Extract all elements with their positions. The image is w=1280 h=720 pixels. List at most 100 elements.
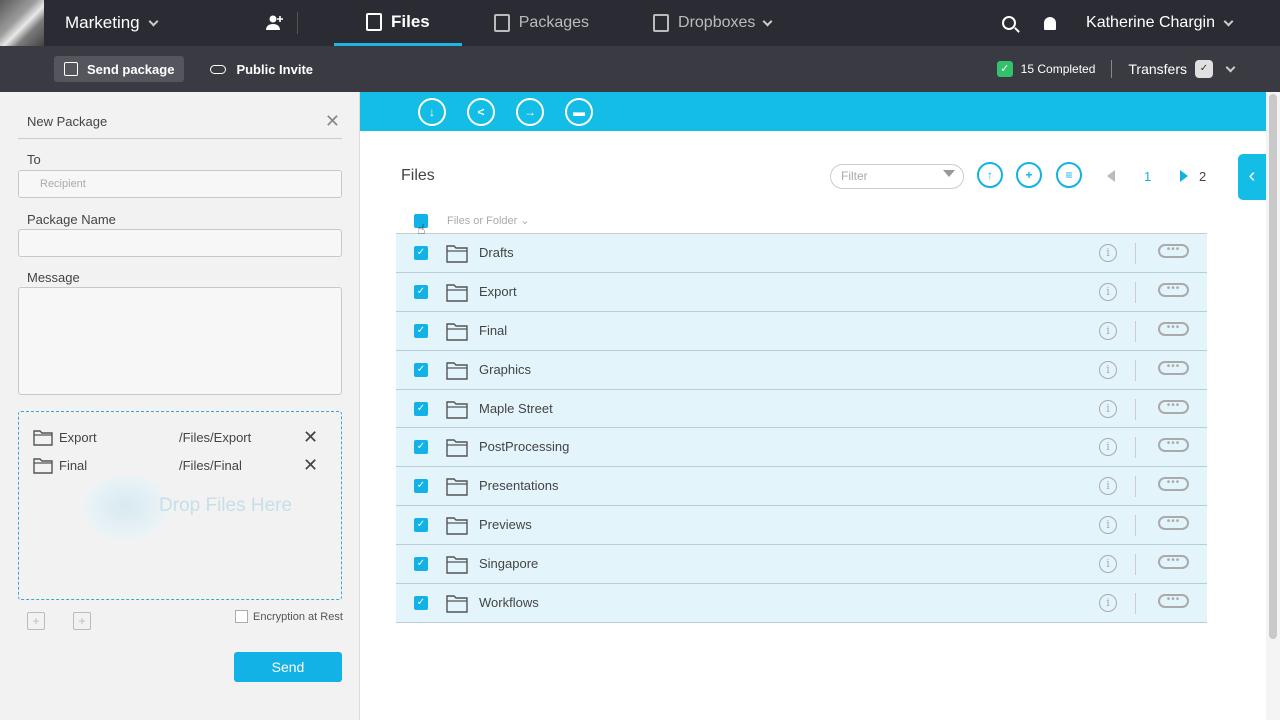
share-icon[interactable]: < <box>467 97 495 126</box>
more-options-icon[interactable]: ••• <box>1158 594 1189 609</box>
table-row[interactable]: ✓ Drafts i ••• <box>396 234 1207 273</box>
row-checkbox[interactable]: ✓ <box>414 401 428 416</box>
new-folder-icon[interactable]: + <box>1016 162 1042 188</box>
download-icon[interactable]: ↓ <box>418 97 446 126</box>
table-row[interactable]: ✓ Workflows i ••• <box>396 584 1207 623</box>
add-folder-icon[interactable]: + <box>73 612 91 630</box>
info-icon[interactable]: i <box>1099 321 1117 340</box>
table-row[interactable]: ✓ Final i ••• <box>396 311 1207 351</box>
more-options-icon[interactable]: ••• <box>1158 282 1189 297</box>
close-icon[interactable]: ✕ <box>325 111 340 132</box>
bell-icon[interactable] <box>1044 16 1057 30</box>
divider <box>297 12 298 34</box>
scroll-thumb[interactable] <box>1269 94 1277 639</box>
more-options-icon[interactable]: ••• <box>1158 477 1189 492</box>
page-1[interactable]: 1 <box>1144 169 1151 184</box>
prev-page-icon[interactable] <box>1107 170 1115 182</box>
nav-packages[interactable]: Packages <box>462 0 621 46</box>
add-file-icon[interactable]: + <box>27 612 45 630</box>
recipient-input[interactable]: Recipient <box>18 170 342 198</box>
folder-name[interactable]: Graphics <box>479 362 531 377</box>
row-checkbox[interactable]: ✓ <box>414 362 428 377</box>
info-icon[interactable]: i <box>1099 477 1117 496</box>
more-options-icon[interactable]: ••• <box>1158 321 1189 336</box>
more-options-icon[interactable]: ••• <box>1158 399 1189 414</box>
nav-dropboxes[interactable]: Dropboxes <box>621 0 803 46</box>
nav-files[interactable]: Files <box>334 0 462 46</box>
folder-icon <box>33 458 53 474</box>
row-checkbox[interactable]: ✓ <box>414 440 428 455</box>
folder-name[interactable]: Maple Street <box>479 401 553 416</box>
table-row[interactable]: ✓ Graphics i ••• <box>396 350 1207 390</box>
info-icon[interactable]: i <box>1099 244 1117 262</box>
folder-name[interactable]: Final <box>479 323 507 338</box>
remove-icon[interactable]: ✕ <box>303 427 318 448</box>
row-checkbox[interactable]: ✓ <box>414 284 428 299</box>
folder-name[interactable]: Singapore <box>479 556 538 571</box>
search-icon[interactable] <box>1002 16 1017 30</box>
sort-icon[interactable]: ≡ <box>1056 162 1082 188</box>
user-name[interactable]: Katherine Chargin <box>1086 14 1215 32</box>
add-user-icon[interactable] <box>265 13 285 33</box>
page-2[interactable]: 2 <box>1199 169 1206 184</box>
folder-name[interactable]: Previews <box>479 517 532 532</box>
transfers-label[interactable]: Transfers <box>1128 61 1187 77</box>
more-options-icon[interactable]: ••• <box>1158 555 1189 570</box>
info-icon[interactable]: i <box>1099 282 1117 301</box>
info-icon[interactable]: i <box>1099 360 1117 379</box>
row-checkbox[interactable]: ✓ <box>414 557 428 572</box>
collapse-panel-tab[interactable]: ‹ <box>1238 154 1266 200</box>
more-options-icon[interactable]: ••• <box>1158 360 1189 375</box>
row-checkbox[interactable]: ✓ <box>414 246 428 260</box>
next-page-icon[interactable] <box>1180 170 1188 182</box>
row-checkbox[interactable]: ✓ <box>414 596 428 611</box>
chevron-down-icon[interactable] <box>1225 62 1236 72</box>
upload-icon[interactable]: ↑ <box>977 162 1003 188</box>
remove-icon[interactable]: ✕ <box>303 455 318 476</box>
column-header-label[interactable]: Files or Folder ⌄ <box>447 214 530 227</box>
chevron-down-icon[interactable] <box>1223 16 1234 26</box>
folder-name[interactable]: Presentations <box>479 478 559 493</box>
table-row[interactable]: ✓ Presentations i ••• <box>396 467 1207 507</box>
public-invite-button[interactable]: Public Invite <box>210 62 313 77</box>
folder-name[interactable]: Drafts <box>479 245 514 260</box>
table-row[interactable]: ✓ Previews i ••• <box>396 506 1207 546</box>
completed-count[interactable]: 15 Completed <box>1021 62 1096 76</box>
info-icon[interactable]: i <box>1099 438 1117 457</box>
info-icon[interactable]: i <box>1099 555 1117 574</box>
encryption-option[interactable]: Encryption at Rest <box>235 610 343 623</box>
trash-icon[interactable]: ▬ <box>565 97 593 126</box>
drop-zone[interactable]: Drop Files Here Export /Files/Export ✕ F… <box>18 411 342 600</box>
table-row[interactable]: ✓ Maple Street i ••• <box>396 389 1207 429</box>
workspace-logo[interactable] <box>0 0 44 46</box>
workspace-selector[interactable]: Marketing <box>65 13 245 33</box>
filter-icon[interactable] <box>943 170 955 182</box>
filter-input[interactable]: Filter <box>830 164 964 189</box>
info-icon[interactable]: i <box>1099 516 1117 535</box>
info-icon[interactable]: i <box>1099 594 1117 613</box>
more-options-icon[interactable]: ••• <box>1158 438 1189 453</box>
send-file-icon[interactable]: → <box>516 97 544 126</box>
folder-name[interactable]: PostProcessing <box>479 439 569 454</box>
folder-icon <box>446 595 468 613</box>
row-checkbox[interactable]: ✓ <box>414 323 428 338</box>
message-textarea[interactable] <box>18 287 342 395</box>
column-header: Files or Folder ⌄ <box>396 208 1207 234</box>
info-icon[interactable]: i <box>1099 399 1117 418</box>
folder-name[interactable]: Export <box>479 284 517 299</box>
send-button[interactable]: Send <box>234 652 342 682</box>
more-options-icon[interactable]: ••• <box>1158 244 1189 258</box>
package-name-input[interactable] <box>18 229 342 257</box>
divider <box>1135 476 1136 498</box>
scrollbar[interactable] <box>1266 92 1280 720</box>
row-checkbox[interactable]: ✓ <box>414 479 428 494</box>
table-row[interactable]: ✓ Singapore i ••• <box>396 545 1207 585</box>
top-bar: Marketing Files Packages Dropboxes Kathe… <box>0 0 1280 46</box>
table-row[interactable]: ✓ PostProcessing i ••• <box>396 428 1207 468</box>
more-options-icon[interactable]: ••• <box>1158 516 1189 531</box>
encryption-checkbox[interactable] <box>235 610 248 623</box>
row-checkbox[interactable]: ✓ <box>414 518 428 533</box>
send-package-button[interactable]: Send package <box>54 56 185 82</box>
table-row[interactable]: ✓ Export i ••• <box>396 272 1207 312</box>
folder-name[interactable]: Workflows <box>479 595 539 610</box>
